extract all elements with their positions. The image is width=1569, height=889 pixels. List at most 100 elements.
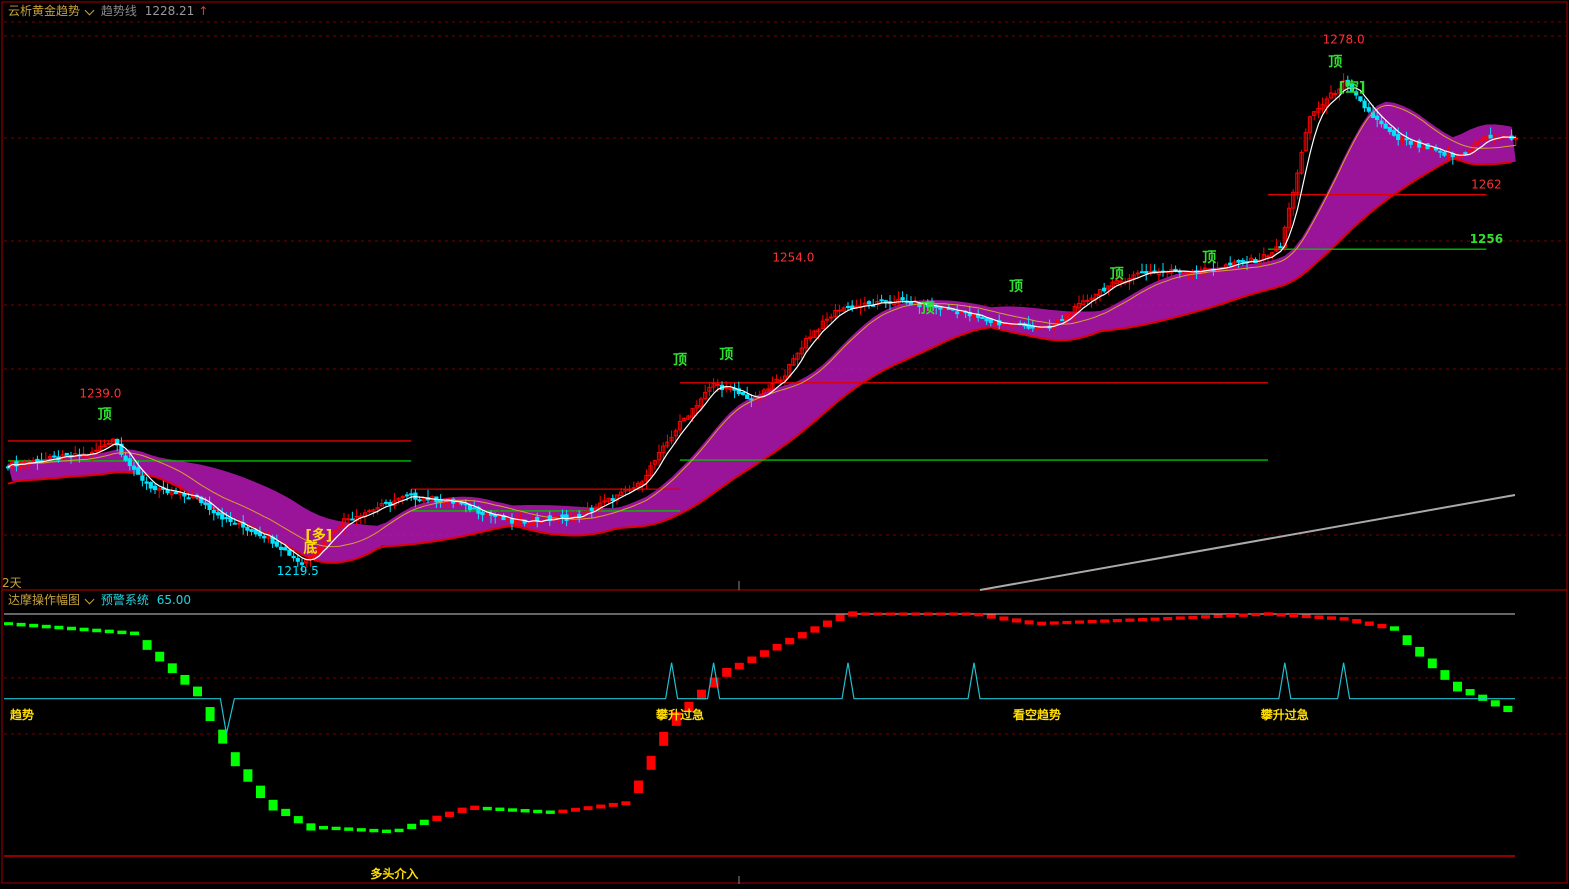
osc-bar xyxy=(760,650,769,657)
osc-bar xyxy=(1503,705,1513,713)
osc-bar xyxy=(4,622,13,626)
osc-bar xyxy=(772,643,782,651)
osc-bar xyxy=(382,829,391,834)
osc-bar xyxy=(482,806,492,811)
candle-body xyxy=(186,497,191,500)
osc-bar xyxy=(205,707,215,722)
candle-body xyxy=(745,394,750,400)
candle-body xyxy=(1068,314,1073,317)
trend-line-value: 1228.21 xyxy=(144,4,195,18)
candle-body xyxy=(1144,271,1149,274)
candle-body xyxy=(778,379,783,382)
candle-body xyxy=(400,495,405,498)
price-label: 1256 xyxy=(1470,232,1503,246)
osc-bar xyxy=(293,816,303,824)
osc-bar xyxy=(306,823,316,831)
period-label: 2天 xyxy=(2,576,22,590)
candle-body xyxy=(959,312,964,315)
osc-bar xyxy=(432,815,442,822)
candle-body xyxy=(295,558,300,562)
price-label: 1262 xyxy=(1471,178,1502,192)
osc-bar xyxy=(495,807,505,812)
osc-bar xyxy=(860,612,870,616)
candle-body xyxy=(459,502,464,505)
trend-cloud xyxy=(8,101,1516,563)
osc-bar xyxy=(785,637,795,645)
chevron-down-icon[interactable] xyxy=(84,5,95,16)
osc-bar xyxy=(1301,614,1311,619)
osc-bar xyxy=(117,630,127,635)
osc-bar xyxy=(29,623,39,628)
candle-body xyxy=(232,522,237,525)
signal-label: 顶 xyxy=(1328,55,1342,71)
price-label: 1278.0 xyxy=(1323,32,1365,46)
candle-body xyxy=(560,514,565,518)
osc-bar xyxy=(1213,614,1223,618)
osc-bar xyxy=(419,819,429,826)
candle-body xyxy=(509,518,515,524)
osc-bar xyxy=(243,769,253,782)
osc-bar xyxy=(1037,621,1047,626)
candle-body xyxy=(1240,260,1245,263)
candle-body xyxy=(1001,323,1006,326)
candle-body xyxy=(350,518,355,521)
candle-body xyxy=(988,318,993,323)
candle-body xyxy=(1480,140,1485,143)
candle-body xyxy=(837,309,842,312)
candle-body xyxy=(866,301,872,305)
candle-body xyxy=(1513,137,1518,140)
osc-bar xyxy=(142,640,152,650)
osc-bar xyxy=(961,612,971,616)
osc-bar xyxy=(1012,618,1021,623)
osc-bar xyxy=(545,810,555,814)
candle-body xyxy=(1030,326,1035,329)
candle-body xyxy=(211,509,216,514)
osc-bar xyxy=(155,651,165,662)
osc-bar xyxy=(104,629,114,634)
candle-body xyxy=(1438,150,1443,153)
osc-bar xyxy=(1138,618,1147,622)
oscillator-name[interactable]: 达摩操作幅图 xyxy=(8,593,80,607)
candle-body xyxy=(980,317,985,320)
chevron-down-icon[interactable] xyxy=(84,594,95,605)
candle-body xyxy=(144,481,149,484)
candle-body xyxy=(136,467,141,475)
osc-bar xyxy=(268,799,278,811)
indicator-name[interactable]: 云析黄金趋势 xyxy=(8,4,80,18)
osc-bar xyxy=(1490,700,1500,707)
candle-body xyxy=(740,391,746,395)
candle-body xyxy=(1102,287,1107,292)
candle-body xyxy=(404,494,410,497)
candle-body xyxy=(1429,147,1434,150)
candle-body xyxy=(1379,120,1384,125)
candle-body xyxy=(480,511,485,516)
osc-bar xyxy=(41,624,51,629)
osc-bar xyxy=(986,614,996,619)
candle-body xyxy=(228,517,233,522)
warning-system-value: 65.00 xyxy=(156,593,192,607)
candle-body xyxy=(215,512,221,516)
candle-body xyxy=(224,517,229,520)
osc-bar xyxy=(1453,681,1462,692)
candle-body xyxy=(438,499,443,503)
price-chart-svg[interactable]: 1239.01254.01278.01219.512621256顶顶 顶顶顶顶顶顶… xyxy=(0,0,1569,885)
candle-body xyxy=(152,485,158,491)
candle-body xyxy=(123,455,128,461)
candle-body xyxy=(1236,260,1241,263)
osc-bar xyxy=(1264,612,1273,616)
price-label: 1239.0 xyxy=(79,387,121,401)
signal-label: 底 xyxy=(303,540,317,557)
candle-body xyxy=(526,522,531,525)
candle-body xyxy=(274,541,279,547)
osc-bar xyxy=(344,827,354,831)
osc-bar xyxy=(508,808,517,812)
osc-bar xyxy=(1465,689,1475,696)
osc-bar xyxy=(583,806,593,811)
candle-body xyxy=(728,387,733,390)
osc-bar xyxy=(999,616,1009,621)
osc-bar xyxy=(1075,620,1084,624)
osc-bar xyxy=(810,626,820,633)
candle-body xyxy=(955,311,960,315)
candle-body xyxy=(724,386,729,389)
osc-bar xyxy=(256,785,265,799)
